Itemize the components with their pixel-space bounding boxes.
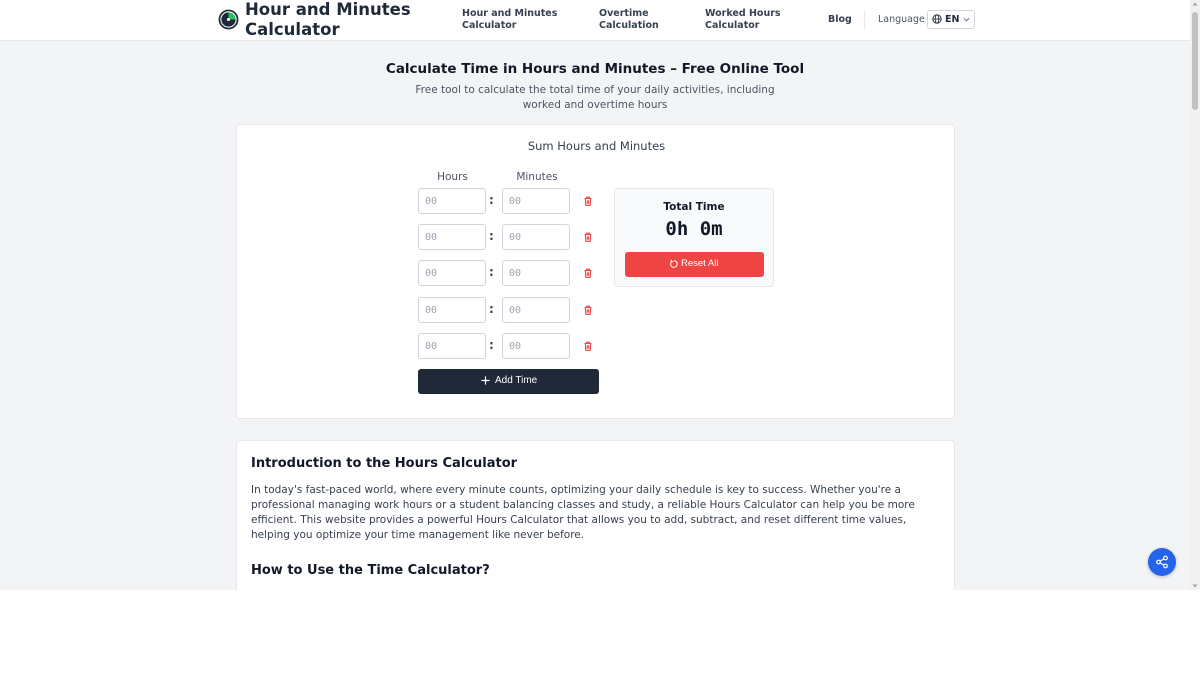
page-subtitle: Free tool to calculate the total time of… [415,84,775,111]
time-row: : [418,224,598,250]
time-row: : [418,333,598,359]
scrollbar-thumb[interactable] [1192,12,1198,110]
language-code: EN [945,14,960,25]
language-selector[interactable]: EN [927,10,975,29]
time-row: : [418,260,598,286]
hours-column-label: Hours [437,171,468,183]
time-separator: : [489,229,494,243]
clock-logo-icon[interactable] [218,9,239,30]
reset-icon [670,259,678,268]
time-separator: : [489,302,494,316]
reset-all-label: Reset All [681,258,719,269]
share-icon [1156,555,1168,569]
article-subheading: How to Use the Time Calculator? [251,563,490,578]
page-viewport: Hour and Minutes Calculator Hour and Min… [0,0,1190,590]
page-scrollbar[interactable] [1190,0,1200,590]
page-title: Calculate Time in Hours and Minutes – Fr… [385,61,805,77]
trash-icon[interactable] [582,304,594,316]
minutes-input[interactable] [502,333,570,359]
globe-icon [932,14,942,24]
hours-input[interactable] [418,224,486,250]
time-separator: : [489,193,494,207]
nav-hour-minutes-calculator[interactable]: Hour and Minutes Calculator [462,8,572,32]
time-separator: : [489,338,494,352]
share-button[interactable] [1148,548,1176,576]
add-time-button[interactable]: Add Time [418,369,599,394]
site-title[interactable]: Hour and Minutes Calculator [245,0,445,40]
hours-input[interactable] [418,297,486,323]
hours-input[interactable] [418,188,486,214]
time-separator: : [489,265,494,279]
nav-overtime-calculation[interactable]: Overtime Calculation [599,8,679,32]
top-header: Hour and Minutes Calculator Hour and Min… [0,0,1190,41]
nav-worked-hours-calculator[interactable]: Worked Hours Calculator [705,8,795,32]
trash-icon[interactable] [582,231,594,243]
trash-icon[interactable] [582,267,594,279]
calculator-heading: Sum Hours and Minutes [527,139,666,153]
minutes-input[interactable] [502,260,570,286]
chevron-down-icon [963,17,970,22]
nav-blog[interactable]: Blog [828,14,852,26]
scroll-down-arrow-icon[interactable] [1192,583,1198,589]
minutes-column-label: Minutes [516,171,558,183]
reset-all-button[interactable]: Reset All [625,252,764,277]
trash-icon[interactable] [582,340,594,352]
plus-icon [481,376,490,385]
language-label: Language [878,14,925,25]
article-paragraph: In today's fast-paced world, where every… [251,484,915,541]
intro-article: Introduction to the Hours Calculator In … [236,440,955,590]
hours-input[interactable] [418,333,486,359]
time-row: : [418,297,598,323]
minutes-input[interactable] [502,224,570,250]
total-time-panel: Total Time 0h 0m Reset All [614,188,774,287]
total-time-label: Total Time [663,201,725,213]
minutes-input[interactable] [502,188,570,214]
article-heading: Introduction to the Hours Calculator [251,456,518,471]
calculator-card: Sum Hours and Minutes Hours Minutes : : … [236,124,955,419]
total-time-value: 0h 0m [665,218,723,240]
time-row: : [418,188,598,214]
blank-area [0,590,1200,675]
hours-input[interactable] [418,260,486,286]
scroll-up-arrow-icon[interactable] [1192,1,1198,7]
nav-divider [864,10,865,30]
minutes-input[interactable] [502,297,570,323]
add-time-label: Add Time [495,375,538,386]
trash-icon[interactable] [582,195,594,207]
